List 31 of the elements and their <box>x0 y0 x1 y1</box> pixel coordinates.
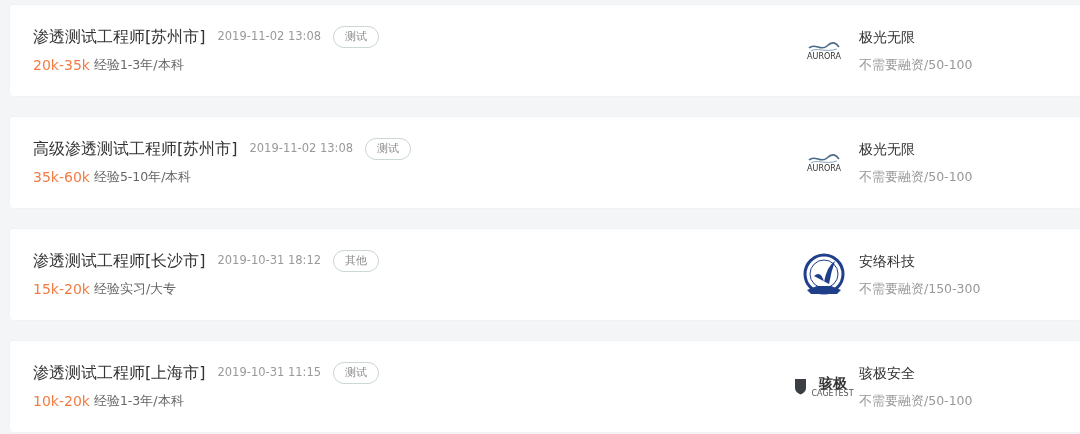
requirements: 经验5-10年/本科 <box>93 168 192 187</box>
company-name[interactable]: 极光无限 <box>859 138 973 160</box>
company-info: 不需要融资/50-100 <box>859 167 973 186</box>
logo-text: AURORA <box>807 164 841 173</box>
company-info: 不需要融资/150-300 <box>859 279 981 298</box>
salary: 10k-20k <box>33 392 90 411</box>
job-title[interactable]: 渗透测试工程师[苏州市] <box>33 25 206 49</box>
wave-logo-icon <box>807 40 841 53</box>
post-time: 2019-11-02 13:08 <box>249 140 354 158</box>
salary: 15k-20k <box>33 280 90 299</box>
company-info: 不需要融资/50-100 <box>859 55 973 74</box>
requirements: 经验1-3年/本科 <box>93 392 184 411</box>
logo-subtext: CAGETEST <box>811 389 854 398</box>
company-name[interactable]: 骇极安全 <box>859 362 973 384</box>
salary: 35k-60k <box>33 168 90 187</box>
job-title[interactable]: 渗透测试工程师[长沙市] <box>33 249 206 273</box>
logo-text: 骇极 <box>818 375 847 390</box>
salary: 20k-35k <box>33 56 90 75</box>
company-name[interactable]: 极光无限 <box>859 26 973 48</box>
requirements: 经验实习/大专 <box>93 280 177 299</box>
shield-icon <box>794 378 808 395</box>
post-time: 2019-11-02 13:08 <box>217 28 322 46</box>
job-title[interactable]: 高级渗透测试工程师[苏州市] <box>33 137 238 161</box>
company-info: 不需要融资/50-100 <box>859 391 973 410</box>
post-time: 2019-10-31 18:12 <box>217 252 322 270</box>
logo-text: AURORA <box>807 52 841 61</box>
wave-logo-icon <box>807 152 841 165</box>
post-time: 2019-10-31 11:15 <box>217 364 322 382</box>
company-name[interactable]: 安络科技 <box>859 250 981 272</box>
job-title[interactable]: 渗透测试工程师[上海市] <box>33 361 206 385</box>
requirements: 经验1-3年/本科 <box>93 56 184 75</box>
